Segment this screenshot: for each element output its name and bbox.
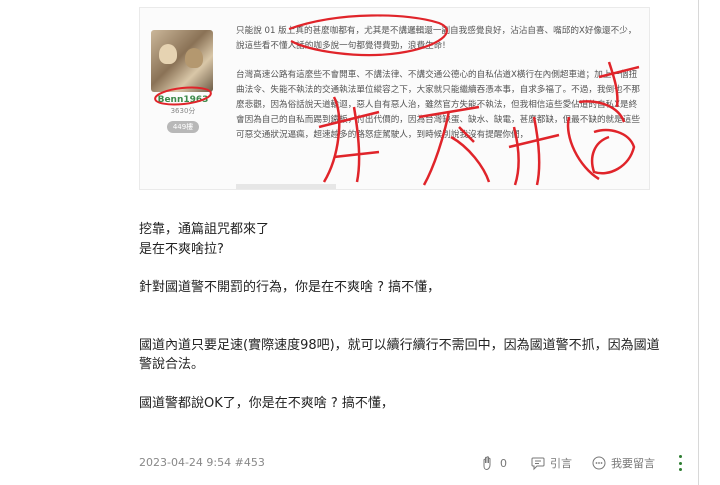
username: Benn1963 bbox=[157, 95, 209, 105]
reply-button[interactable]: 我要留言 bbox=[591, 452, 655, 474]
dot bbox=[678, 455, 682, 458]
post-line-3: 針對國道警不開罰的行為，你是在不爽啥 ? 搞不懂， bbox=[139, 280, 441, 295]
quote-icon bbox=[531, 457, 545, 471]
dot bbox=[678, 461, 682, 465]
reply-label: 我要留言 bbox=[611, 457, 655, 470]
floor-badge: 449樓 bbox=[167, 121, 199, 133]
post-actions: 0 引言 我要留言 bbox=[0, 452, 720, 474]
content-right-border bbox=[698, 0, 699, 485]
post-line-1: 挖靠，通篇詛咒都來了 bbox=[139, 222, 270, 237]
like-button[interactable]: 0 bbox=[480, 452, 507, 474]
user-points: 3630分 bbox=[170, 107, 196, 115]
reply-bubble-icon bbox=[592, 456, 606, 470]
avatar bbox=[151, 30, 213, 92]
like-count: 0 bbox=[500, 456, 507, 470]
quoted-screenshot-image: Benn1963 3630分 449樓 只能說 01 版上真的甚麼咖都有，尤其是… bbox=[139, 7, 650, 190]
post-line-5: 警說合法。 bbox=[139, 357, 205, 372]
post-line-4: 國道內道只要足速(實際速度98吧)，就可以續行續行不需回中，因為國道警不抓，因為… bbox=[139, 338, 660, 353]
post-line-2: 是在不爽啥拉? bbox=[139, 242, 224, 257]
more-options-icon[interactable] bbox=[674, 455, 686, 471]
quoted-paragraph-2: 台灣高速公路有這麼些不會開車、不講法律、不講交通公德心的自私佔道X橫行在內側超車… bbox=[236, 70, 640, 140]
post-line-6: 國道警都說OK了，你是在不爽啥 ? 搞不懂， bbox=[139, 396, 394, 411]
quote-button[interactable]: 引言 bbox=[530, 452, 572, 474]
quoted-footer-line bbox=[236, 184, 336, 189]
dot bbox=[678, 468, 682, 471]
clap-icon bbox=[483, 456, 491, 471]
quote-label: 引言 bbox=[550, 457, 572, 470]
quoted-paragraph-1: 只能說 01 版上真的甚麼咖都有，尤其是不講邏輯還一副自我感覺良好，沾沾自喜、嘴… bbox=[236, 26, 637, 51]
